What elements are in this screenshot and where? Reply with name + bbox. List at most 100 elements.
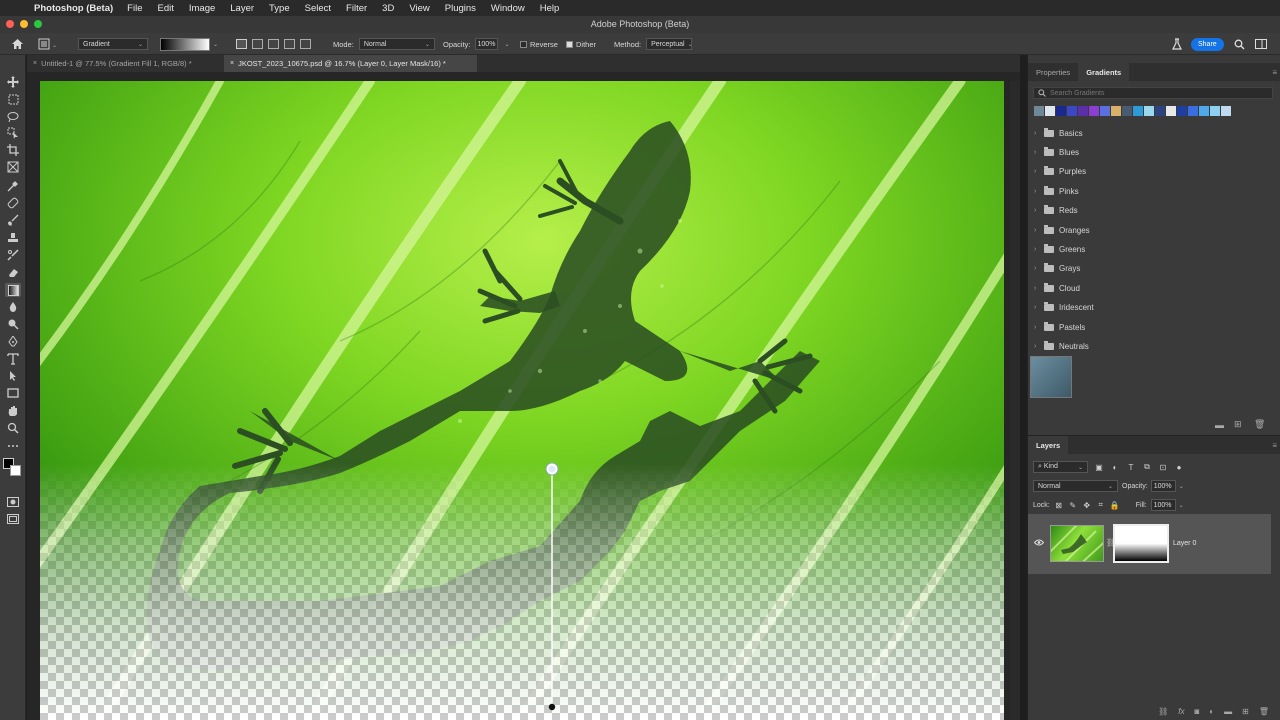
color-swatches[interactable]	[3, 458, 25, 476]
chevron-right-icon[interactable]: ›	[1034, 265, 1044, 272]
layer-filter-dropdown[interactable]: ⌕ Kind ⌄	[1033, 461, 1088, 473]
lock-position-icon[interactable]: ✥	[1082, 500, 1092, 510]
chevron-down-icon[interactable]: ⌄	[1179, 483, 1184, 490]
smart-object-filter-icon[interactable]: ⊡	[1158, 462, 1168, 472]
layer-thumbnail[interactable]	[1050, 525, 1104, 562]
fill-field[interactable]: 100%	[1150, 499, 1176, 511]
vertical-scrollbar[interactable]	[1010, 81, 1020, 720]
layer-mask-thumbnail[interactable]	[1113, 524, 1169, 563]
chevron-right-icon[interactable]: ›	[1034, 227, 1044, 234]
menu-edit[interactable]: Edit	[157, 3, 173, 14]
menu-plugins[interactable]: Plugins	[445, 3, 476, 14]
chevron-right-icon[interactable]: ›	[1034, 168, 1044, 175]
gradient-preview[interactable]	[160, 37, 210, 51]
healing-brush-tool-icon[interactable]	[5, 196, 21, 210]
shape-filter-icon[interactable]: ⧉	[1142, 462, 1152, 472]
move-tool-icon[interactable]	[5, 75, 21, 89]
gradient-folder-grays[interactable]: › Grays	[1034, 262, 1080, 276]
pixel-filter-icon[interactable]: ▣	[1094, 462, 1104, 472]
tab-untitled-1[interactable]: × Untitled-1 @ 77.5% (Gradient Fill 1, R…	[27, 55, 222, 72]
menu-file[interactable]: File	[127, 3, 142, 14]
workspace-icon[interactable]	[1255, 33, 1267, 55]
gradient-swatch[interactable]	[1199, 106, 1209, 116]
app-menu[interactable]: Photoshop (Beta)	[34, 3, 113, 14]
chevron-right-icon[interactable]: ›	[1034, 324, 1044, 331]
chevron-down-icon[interactable]: ⌄	[213, 41, 218, 48]
menu-layer[interactable]: Layer	[230, 3, 254, 14]
hand-tool-icon[interactable]	[5, 404, 21, 418]
chevron-right-icon[interactable]: ›	[1034, 207, 1044, 214]
dither-checkbox[interactable]	[566, 40, 573, 48]
selected-gradient-preview[interactable]	[1030, 356, 1072, 398]
radial-gradient-icon[interactable]	[252, 39, 263, 49]
gradient-swatch[interactable]	[1221, 106, 1231, 116]
close-tab-icon[interactable]: ×	[33, 60, 37, 67]
adjustment-layer-icon[interactable]: ◐	[1209, 707, 1214, 716]
pen-tool-icon[interactable]	[5, 335, 21, 349]
gradient-folder-oranges[interactable]: › Oranges	[1034, 223, 1090, 237]
gradient-swatch[interactable]	[1155, 106, 1165, 116]
lock-image-pixels-icon[interactable]: ✎	[1068, 500, 1078, 510]
history-brush-tool-icon[interactable]	[5, 248, 21, 262]
add-mask-icon[interactable]: ◙	[1194, 707, 1199, 716]
blend-mode-dropdown[interactable]: Normal ⌄	[1033, 480, 1118, 492]
reflected-gradient-icon[interactable]	[284, 39, 295, 49]
gradient-folder-cloud[interactable]: › Cloud	[1034, 281, 1080, 295]
trash-icon[interactable]: 🗑	[1254, 419, 1265, 430]
menu-view[interactable]: View	[409, 3, 429, 14]
object-select-tool-icon[interactable]	[5, 126, 21, 140]
gradient-folder-reds[interactable]: › Reds	[1034, 204, 1078, 218]
chevron-down-icon[interactable]: ⌄	[505, 41, 510, 48]
dodge-tool-icon[interactable]	[5, 317, 21, 331]
linear-gradient-icon[interactable]	[236, 39, 247, 49]
panel-menu-icon[interactable]: ≡	[1272, 68, 1277, 77]
tab-layers[interactable]: Layers	[1028, 436, 1069, 454]
menu-window[interactable]: Window	[491, 3, 525, 14]
gradient-search-input[interactable]: Search Gradients	[1033, 87, 1273, 99]
clone-stamp-tool-icon[interactable]	[5, 231, 21, 245]
type-tool-icon[interactable]	[5, 352, 21, 366]
adjustment-filter-icon[interactable]: ◐	[1110, 462, 1120, 472]
mode-dropdown[interactable]: Normal ⌄	[358, 38, 435, 50]
search-icon[interactable]	[1234, 33, 1245, 55]
link-layers-icon[interactable]: ⛓	[1158, 707, 1168, 716]
path-selection-tool-icon[interactable]	[5, 369, 21, 383]
gradient-folder-pastels[interactable]: › Pastels	[1034, 320, 1085, 334]
home-icon[interactable]	[11, 33, 24, 55]
lock-artboard-icon[interactable]: ⌗	[1096, 500, 1106, 510]
menu-3d[interactable]: 3D	[382, 3, 394, 14]
rectangle-tool-icon[interactable]	[5, 386, 21, 400]
trash-icon[interactable]: 🗑	[1259, 707, 1269, 716]
layer-name[interactable]: Layer 0	[1173, 540, 1196, 547]
blur-tool-icon[interactable]	[5, 300, 21, 314]
eye-visibility-icon[interactable]	[1034, 539, 1044, 546]
gradient-swatch[interactable]	[1210, 106, 1220, 116]
gradient-swatch-picker[interactable]: ⌄	[160, 33, 218, 55]
gradient-folder-basics[interactable]: › Basics	[1034, 126, 1083, 140]
tool-preset-picker[interactable]: ⌄	[38, 33, 58, 55]
frame-tool-icon[interactable]	[5, 160, 21, 174]
document-canvas[interactable]	[40, 81, 1004, 720]
layer-row[interactable]: ⛓ Layer 0	[1028, 514, 1271, 574]
crop-tool-icon[interactable]	[5, 143, 21, 157]
filter-toggle-icon[interactable]: ●	[1174, 462, 1184, 472]
quick-mask-icon[interactable]	[5, 495, 21, 509]
gradient-swatch[interactable]	[1034, 106, 1044, 116]
share-button[interactable]: Share	[1191, 37, 1224, 51]
menu-select[interactable]: Select	[305, 3, 331, 14]
brush-tool-icon[interactable]	[5, 213, 21, 227]
panel-menu-icon[interactable]: ≡	[1272, 441, 1277, 450]
gradient-swatch[interactable]	[1100, 106, 1110, 116]
menu-type[interactable]: Type	[269, 3, 290, 14]
lasso-tool-icon[interactable]	[5, 109, 21, 123]
gradient-swatch[interactable]	[1089, 106, 1099, 116]
gradient-preset-dropdown[interactable]: Gradient ⌄	[78, 33, 148, 55]
gradient-swatch[interactable]	[1056, 106, 1066, 116]
type-filter-icon[interactable]: T	[1126, 462, 1136, 472]
more-tools-icon[interactable]	[5, 439, 21, 453]
new-group-icon[interactable]: ▬	[1215, 420, 1224, 430]
chevron-right-icon[interactable]: ›	[1034, 188, 1044, 195]
gradient-swatch[interactable]	[1177, 106, 1187, 116]
chevron-right-icon[interactable]: ›	[1034, 246, 1044, 253]
screen-mode-icon[interactable]	[5, 512, 21, 526]
